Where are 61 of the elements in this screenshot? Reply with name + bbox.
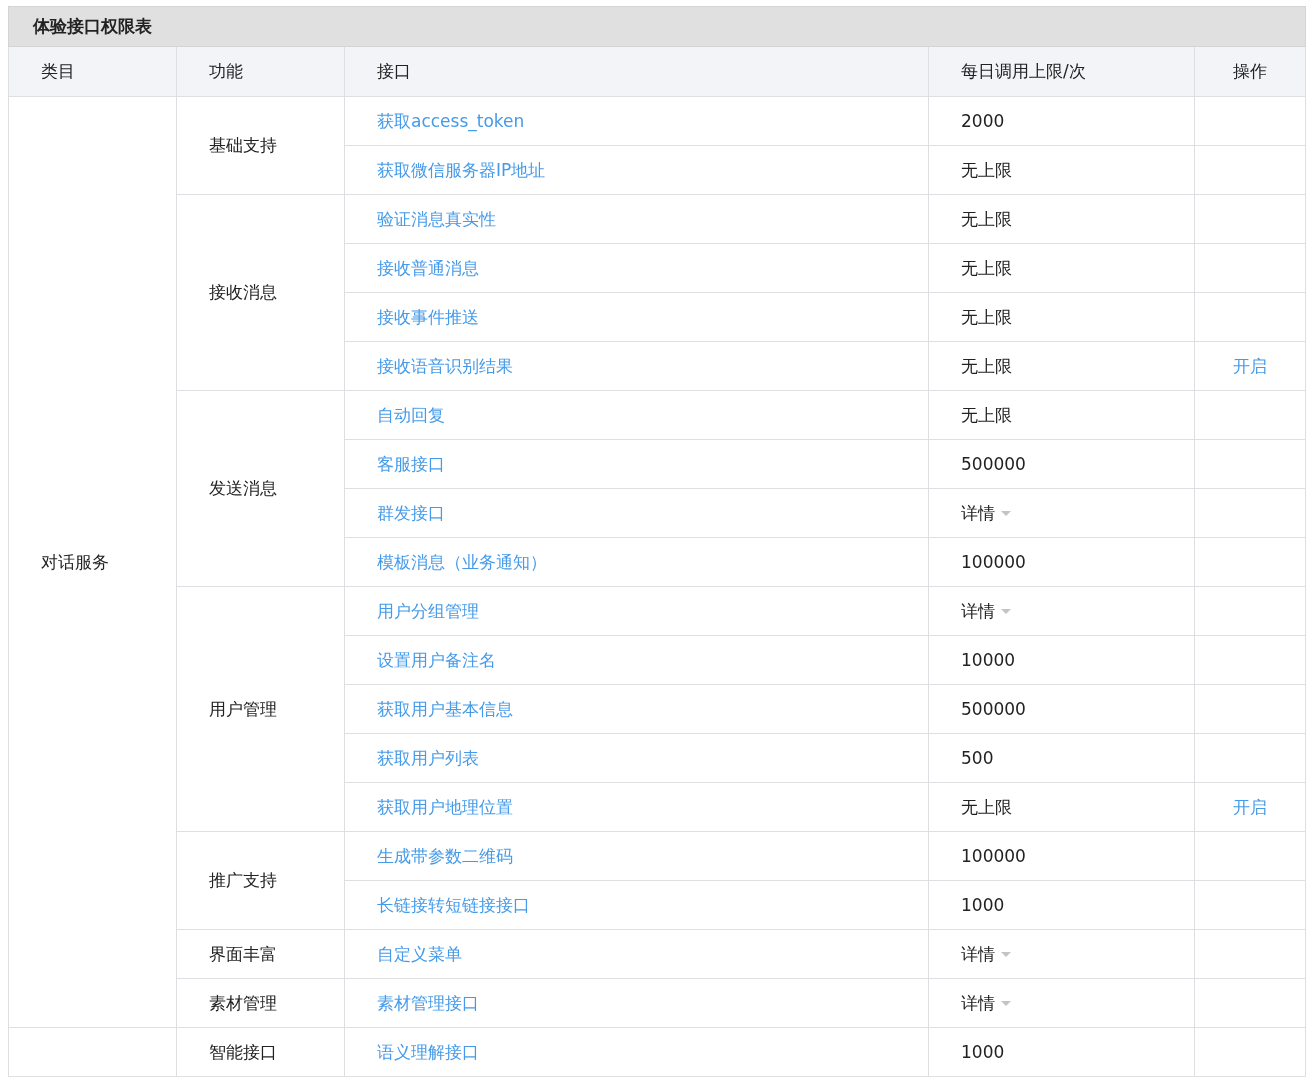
api-link[interactable]: 获取用户地理位置 bbox=[377, 796, 513, 817]
api-link[interactable]: 获取用户基本信息 bbox=[377, 698, 513, 719]
table-cell: 素材管理 bbox=[176, 978, 345, 1028]
table-cell: 无上限 bbox=[928, 194, 1195, 244]
table-cell: 无上限 bbox=[928, 341, 1195, 391]
caret-icon bbox=[1001, 510, 1011, 516]
caret-icon bbox=[1001, 951, 1011, 957]
table-cell: 基础支持 bbox=[176, 96, 345, 195]
api-link[interactable]: 客服接口 bbox=[377, 453, 445, 474]
table-title: 体验接口权限表 bbox=[8, 6, 1306, 47]
table-cell: 无上限 bbox=[928, 243, 1195, 293]
api-link[interactable]: 自定义菜单 bbox=[377, 943, 462, 964]
column-header: 类目 bbox=[8, 46, 177, 97]
column-header: 操作 bbox=[1194, 46, 1306, 97]
table-cell: 100000 bbox=[928, 831, 1195, 881]
api-link[interactable]: 群发接口 bbox=[377, 502, 445, 523]
api-link[interactable]: 获取微信服务器IP地址 bbox=[377, 159, 546, 180]
caret-icon bbox=[1001, 1000, 1011, 1006]
table-cell: 500 bbox=[928, 733, 1195, 783]
details-dropdown[interactable]: 详情 bbox=[961, 991, 1011, 1015]
table-cell: 10000 bbox=[928, 635, 1195, 685]
api-link[interactable]: 验证消息真实性 bbox=[377, 208, 496, 229]
column-header: 功能 bbox=[176, 46, 345, 97]
table-cell: 2000 bbox=[928, 96, 1195, 146]
table-cell: 100000 bbox=[928, 537, 1195, 587]
enable-link[interactable]: 开启 bbox=[1233, 796, 1267, 817]
table-cell: 用户管理 bbox=[176, 586, 345, 832]
api-link[interactable]: 生成带参数二维码 bbox=[377, 845, 513, 866]
table-cell: 1000 bbox=[928, 880, 1195, 930]
caret-icon bbox=[1001, 608, 1011, 614]
column-header: 每日调用上限/次 bbox=[928, 46, 1195, 97]
api-link[interactable]: 获取用户列表 bbox=[377, 747, 479, 768]
api-link[interactable]: 获取access_token bbox=[377, 110, 525, 131]
api-link[interactable]: 素材管理接口 bbox=[377, 992, 479, 1013]
details-dropdown[interactable]: 详情 bbox=[961, 599, 1011, 623]
table-cell: 接收消息 bbox=[176, 194, 345, 391]
table-cell: 发送消息 bbox=[176, 390, 345, 587]
table-cell: 界面丰富 bbox=[176, 929, 345, 979]
api-link[interactable]: 模板消息（业务通知） bbox=[377, 551, 547, 572]
api-link[interactable]: 设置用户备注名 bbox=[377, 649, 496, 670]
table-cell: 500000 bbox=[928, 684, 1195, 734]
api-link[interactable]: 长链接转短链接接口 bbox=[377, 894, 530, 915]
table-cell: 智能接口 bbox=[176, 1027, 345, 1077]
api-link[interactable]: 接收普通消息 bbox=[377, 257, 479, 278]
table-cell: 无上限 bbox=[928, 145, 1195, 195]
api-link[interactable]: 接收事件推送 bbox=[377, 306, 479, 327]
enable-link[interactable]: 开启 bbox=[1233, 355, 1267, 376]
api-link[interactable]: 接收语音识别结果 bbox=[377, 355, 513, 376]
details-dropdown[interactable]: 详情 bbox=[961, 942, 1011, 966]
table-cell: 无上限 bbox=[928, 390, 1195, 440]
table-cell: 1000 bbox=[928, 1027, 1195, 1077]
table-cell: 500000 bbox=[928, 439, 1195, 489]
table-cell: 无上限 bbox=[928, 292, 1195, 342]
details-dropdown[interactable]: 详情 bbox=[961, 501, 1011, 525]
table-cell: 推广支持 bbox=[176, 831, 345, 930]
table-cell: 无上限 bbox=[928, 782, 1195, 832]
column-header: 接口 bbox=[344, 46, 929, 97]
api-link[interactable]: 自动回复 bbox=[377, 404, 445, 425]
api-link[interactable]: 用户分组管理 bbox=[377, 600, 479, 621]
table-cell: 对话服务 bbox=[8, 96, 177, 1028]
api-link[interactable]: 语义理解接口 bbox=[377, 1041, 479, 1062]
